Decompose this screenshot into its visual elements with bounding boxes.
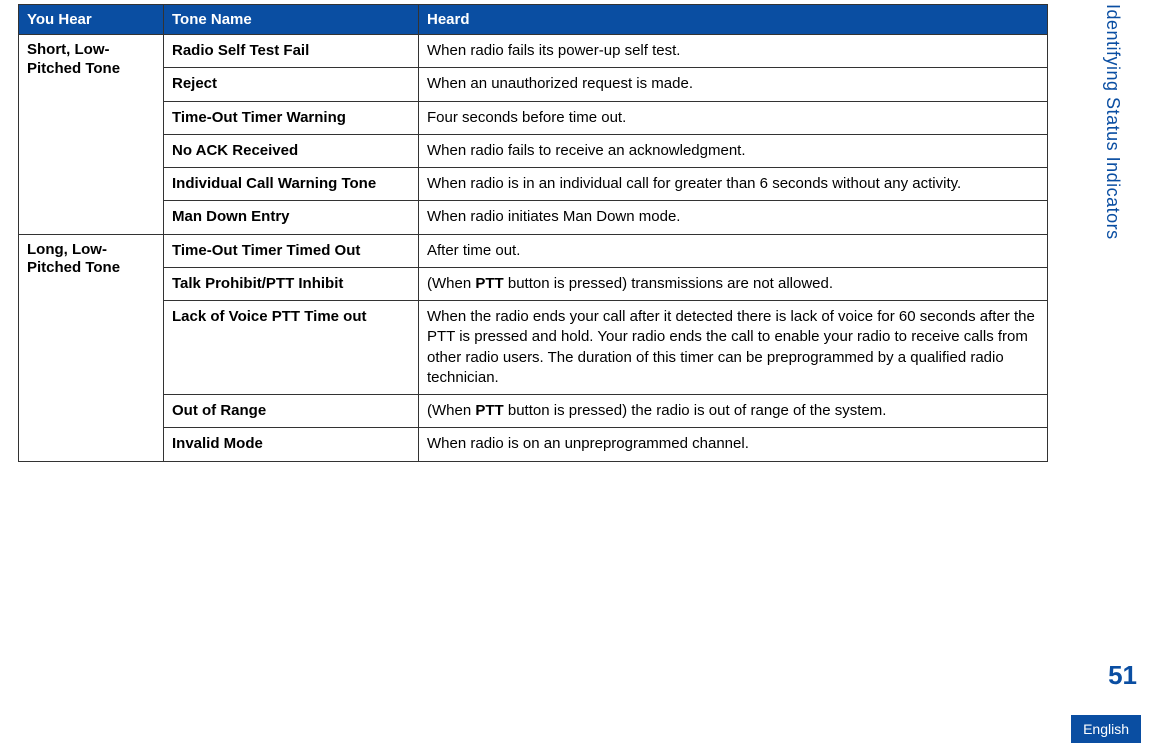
table-row: RejectWhen an unauthorized request is ma… — [19, 68, 1048, 101]
table-header-row: You Hear Tone Name Heard — [19, 5, 1048, 35]
table-row: Talk Prohibit/PTT Inhibit(When PTT butto… — [19, 267, 1048, 300]
heard-cell: When radio initiates Man Down mode. — [419, 201, 1048, 234]
header-tone-name: Tone Name — [164, 5, 419, 35]
tone-name-cell: Talk Prohibit/PTT Inhibit — [164, 267, 419, 300]
heard-cell: Four seconds before time out. — [419, 101, 1048, 134]
page-number: 51 — [1108, 660, 1137, 691]
tone-name-cell: Man Down Entry — [164, 201, 419, 234]
section-sidebar: Identifying Status Indicators — [1096, 4, 1141, 524]
heard-cell: When the radio ends your call after it d… — [419, 301, 1048, 395]
heard-cell: When radio fails to receive an acknowled… — [419, 134, 1048, 167]
tone-name-cell: No ACK Received — [164, 134, 419, 167]
table-row: Lack of Voice PTT Time outWhen the radio… — [19, 301, 1048, 395]
heard-cell: (When PTT button is pressed) the radio i… — [419, 395, 1048, 428]
table-body: Short, Low-Pitched ToneRadio Self Test F… — [19, 35, 1048, 462]
language-label: English — [1071, 715, 1141, 743]
table-row: Long, Low-Pitched ToneTime-Out Timer Tim… — [19, 234, 1048, 267]
tone-name-cell: Time-Out Timer Warning — [164, 101, 419, 134]
tone-name-cell: Radio Self Test Fail — [164, 35, 419, 68]
you-hear-cell: Short, Low-Pitched Tone — [19, 35, 164, 235]
tone-name-cell: Individual Call Warning Tone — [164, 168, 419, 201]
heard-cell: When radio is on an unpreprogrammed chan… — [419, 428, 1048, 461]
tone-name-cell: Time-Out Timer Timed Out — [164, 234, 419, 267]
heard-cell: (When PTT button is pressed) transmissio… — [419, 267, 1048, 300]
table-row: Time-Out Timer WarningFour seconds befor… — [19, 101, 1048, 134]
table-row: No ACK ReceivedWhen radio fails to recei… — [19, 134, 1048, 167]
tones-table: You Hear Tone Name Heard Short, Low-Pitc… — [18, 4, 1048, 462]
table-row: Short, Low-Pitched ToneRadio Self Test F… — [19, 35, 1048, 68]
tone-name-cell: Invalid Mode — [164, 428, 419, 461]
you-hear-cell: Long, Low-Pitched Tone — [19, 234, 164, 461]
heard-cell: When radio fails its power-up self test. — [419, 35, 1048, 68]
section-title-vertical: Identifying Status Indicators — [1102, 4, 1123, 240]
heard-cell: When radio is in an individual call for … — [419, 168, 1048, 201]
tone-name-cell: Reject — [164, 68, 419, 101]
tone-name-cell: Out of Range — [164, 395, 419, 428]
table-row: Invalid ModeWhen radio is on an unprepro… — [19, 428, 1048, 461]
table-row: Man Down EntryWhen radio initiates Man D… — [19, 201, 1048, 234]
heard-cell: After time out. — [419, 234, 1048, 267]
page: You Hear Tone Name Heard Short, Low-Pitc… — [0, 0, 1149, 751]
table-row: Individual Call Warning ToneWhen radio i… — [19, 168, 1048, 201]
table-row: Out of Range(When PTT button is pressed)… — [19, 395, 1048, 428]
header-heard: Heard — [419, 5, 1048, 35]
header-you-hear: You Hear — [19, 5, 164, 35]
tone-name-cell: Lack of Voice PTT Time out — [164, 301, 419, 395]
content-area: You Hear Tone Name Heard Short, Low-Pitc… — [18, 4, 1141, 462]
heard-cell: When an unauthorized request is made. — [419, 68, 1048, 101]
